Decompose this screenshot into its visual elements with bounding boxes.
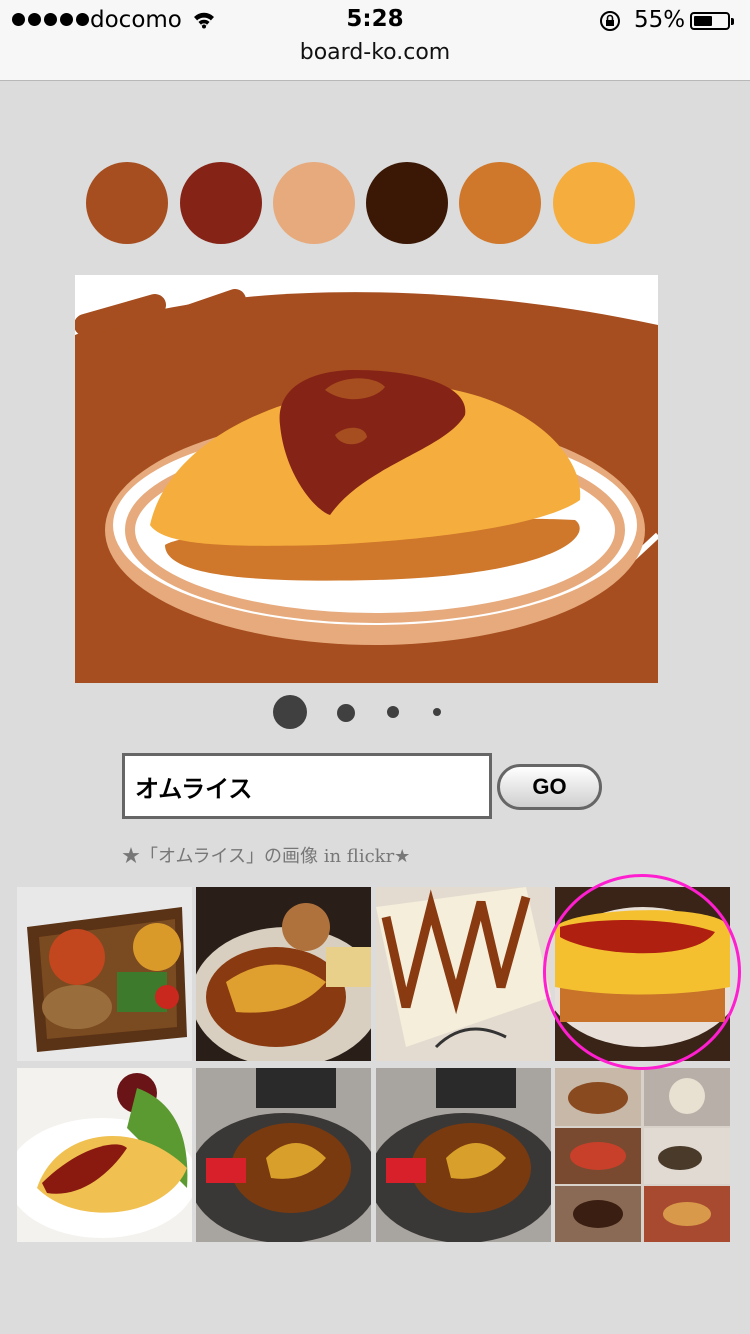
thumbnail-bento-box-photo[interactable]: [17, 887, 192, 1061]
search-input[interactable]: [122, 753, 492, 819]
battery-percent: 55%: [634, 7, 686, 33]
battery-icon: [690, 12, 734, 30]
drawing-canvas[interactable]: [75, 275, 658, 683]
color-swatch[interactable]: [459, 162, 541, 244]
highlight-annotation-circle: [543, 874, 741, 1070]
thumbnail-omurice-demi-glace-photo[interactable]: [196, 887, 371, 1061]
color-swatch[interactable]: [180, 162, 262, 244]
status-bar: docomo 5:28 55% board-ko.com: [0, 0, 750, 81]
thumbnail-omurice-sauce-zigzag-photo[interactable]: [376, 887, 551, 1061]
thumbnail-omelette-salad-photo[interactable]: [17, 1068, 192, 1242]
pagination-dots: [0, 694, 750, 730]
color-palette: [86, 162, 646, 246]
pagination-dot[interactable]: [337, 704, 355, 722]
color-swatch[interactable]: [553, 162, 635, 244]
results-caption: ★「オムライス」の画像 in flickr★: [122, 846, 411, 867]
pagination-dot[interactable]: [433, 708, 441, 716]
thumbnail-omurice-iron-plate-photo[interactable]: [196, 1068, 371, 1242]
omurice-drawing: [75, 275, 658, 683]
thumbnail-omurice-iron-plate-photo[interactable]: [376, 1068, 551, 1242]
color-swatch[interactable]: [86, 162, 168, 244]
color-swatch[interactable]: [273, 162, 355, 244]
rotation-lock-icon: [598, 9, 622, 39]
go-button[interactable]: GO: [497, 764, 602, 810]
pagination-dot[interactable]: [387, 706, 399, 718]
thumbnail-course-meal-collage-photo[interactable]: [555, 1068, 730, 1242]
address-bar-url[interactable]: board-ko.com: [0, 40, 750, 65]
pagination-dot-active[interactable]: [273, 695, 307, 729]
color-swatch[interactable]: [366, 162, 448, 244]
